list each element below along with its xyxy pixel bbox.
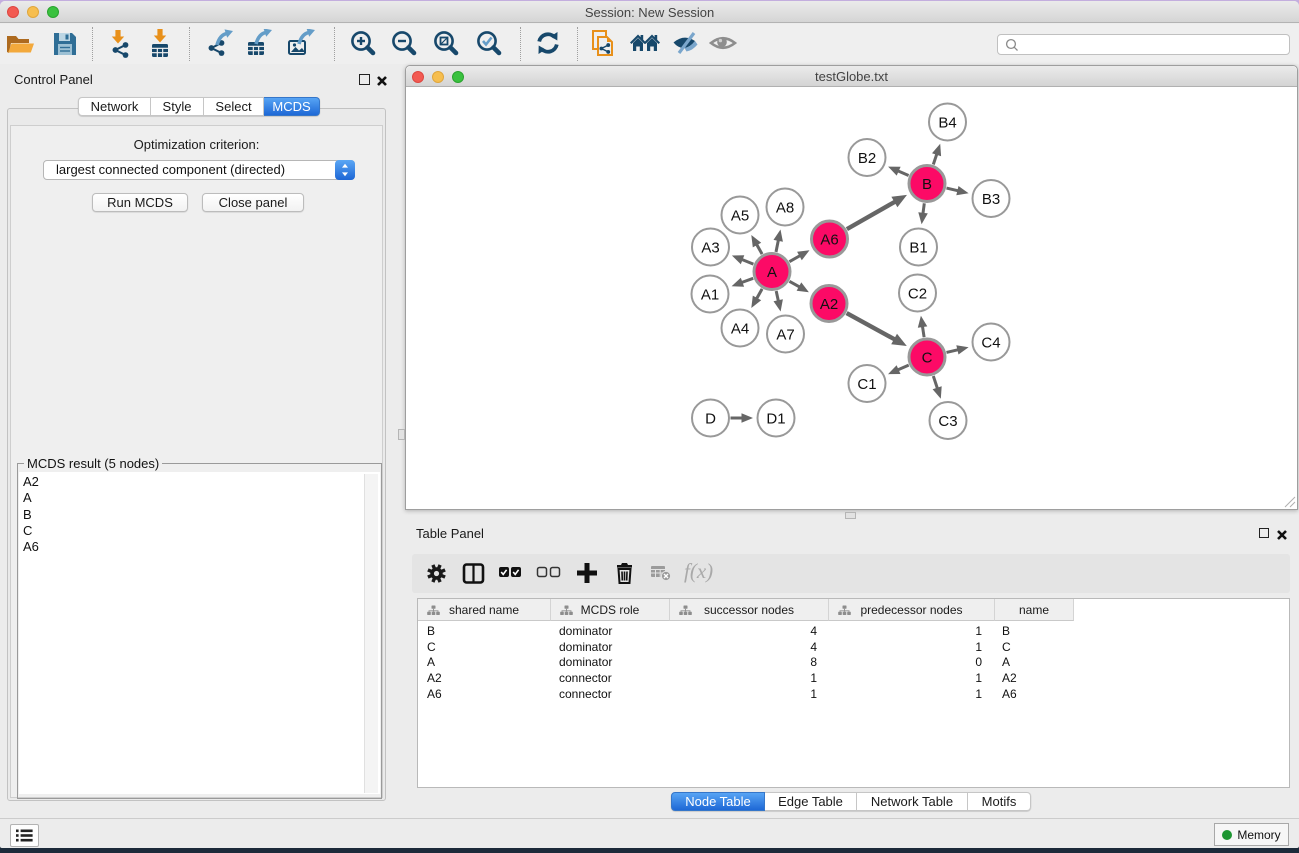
svg-text:D: D xyxy=(705,411,716,428)
svg-text:C2: C2 xyxy=(908,286,927,303)
svg-text:B: B xyxy=(922,176,932,193)
svg-text:B2: B2 xyxy=(858,150,876,167)
svg-text:C: C xyxy=(922,350,933,367)
svg-text:A: A xyxy=(767,264,777,281)
svg-text:A1: A1 xyxy=(701,287,719,304)
svg-text:A3: A3 xyxy=(701,240,719,257)
svg-text:C4: C4 xyxy=(981,335,1000,352)
svg-text:A2: A2 xyxy=(820,296,838,313)
svg-text:A7: A7 xyxy=(776,327,794,344)
svg-text:A4: A4 xyxy=(731,321,749,338)
svg-text:A6: A6 xyxy=(820,232,838,249)
svg-text:A5: A5 xyxy=(731,208,749,225)
svg-text:B1: B1 xyxy=(909,240,927,257)
svg-text:D1: D1 xyxy=(766,411,785,428)
svg-text:A8: A8 xyxy=(776,200,794,217)
svg-text:B4: B4 xyxy=(938,115,956,132)
svg-text:B3: B3 xyxy=(982,191,1000,208)
svg-text:C3: C3 xyxy=(938,413,957,430)
svg-text:C1: C1 xyxy=(857,376,876,393)
